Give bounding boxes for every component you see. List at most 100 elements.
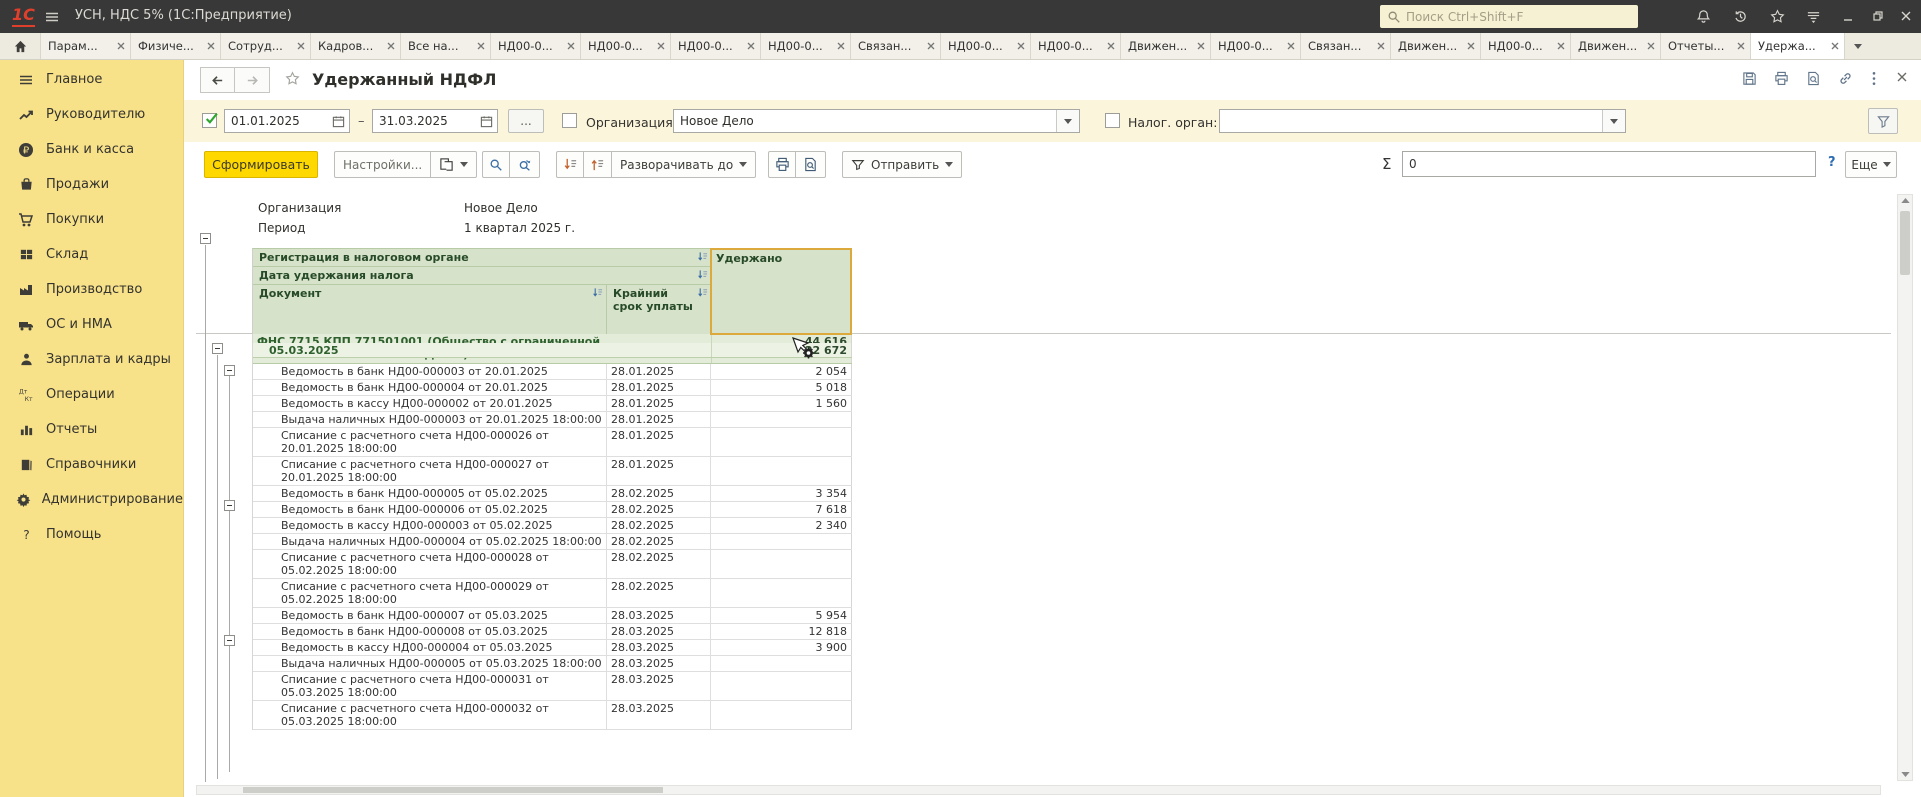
sidebar-item-2[interactable]: Руководителю (0, 97, 183, 132)
collapse-toggle[interactable] (200, 233, 211, 244)
sidebar-item-14[interactable]: ?Помощь (0, 517, 183, 552)
period-more-button[interactable]: ... (508, 109, 544, 133)
tab-close-icon[interactable] (1287, 42, 1295, 50)
scroll-up-icon[interactable] (1898, 198, 1912, 203)
global-search-input[interactable]: Поиск Ctrl+Shift+F (1380, 5, 1638, 28)
report-row-doc[interactable]: Ведомость в банк НД00-000007 от 05.03.20… (253, 608, 852, 624)
expand-to-button[interactable]: Разворачивать до (612, 151, 756, 178)
generate-button[interactable]: Сформировать (204, 151, 318, 178)
scrollbar-thumb[interactable] (1900, 211, 1910, 275)
tabs-overflow-button[interactable] (1845, 33, 1871, 59)
close-report-icon[interactable] (1896, 71, 1908, 83)
history-icon[interactable] (1733, 9, 1748, 24)
expand-groups-button[interactable] (584, 151, 612, 178)
tab-close-icon[interactable] (1197, 42, 1205, 50)
save-icon[interactable] (1742, 71, 1757, 86)
print-preview-button[interactable] (796, 151, 826, 178)
tab-close-icon[interactable] (1107, 42, 1115, 50)
report-row-doc[interactable]: Ведомость в банк НД00-000008 от 05.03.20… (253, 624, 852, 640)
tab-item[interactable]: Связан... (1301, 33, 1391, 59)
tab-item[interactable]: Движен... (1121, 33, 1211, 59)
close-window-icon[interactable] (1900, 10, 1912, 22)
tab-close-icon[interactable] (1831, 42, 1839, 50)
tab-item[interactable]: Отчеты... (1661, 33, 1751, 59)
sidebar-item-8[interactable]: ОС и НМА (0, 307, 183, 342)
collapse-toggle[interactable] (212, 343, 223, 354)
tab-item[interactable]: Все на... (401, 33, 491, 59)
print-button[interactable] (768, 151, 796, 178)
tab-close-icon[interactable] (567, 42, 575, 50)
more-button[interactable]: Еще (1845, 151, 1897, 178)
notifications-icon[interactable] (1696, 9, 1711, 24)
tab-close-icon[interactable] (207, 42, 215, 50)
chevron-down-icon[interactable] (1602, 110, 1625, 132)
tab-close-icon[interactable] (657, 42, 665, 50)
column-header-deadline[interactable]: Крайний срок уплаты (607, 285, 711, 334)
tab-close-icon[interactable] (1647, 42, 1655, 50)
service-menu-icon[interactable] (1806, 9, 1821, 24)
tab-item[interactable]: Физиче... (131, 33, 221, 59)
report-row-doc[interactable]: Выдача наличных НД00-000003 от 20.01.202… (253, 412, 852, 428)
sidebar-item-10[interactable]: ДтКтОперации (0, 377, 183, 412)
horizontal-scrollbar[interactable] (196, 785, 1881, 795)
scrollbar-thumb[interactable] (243, 787, 663, 793)
column-header-registration[interactable]: Регистрация в налоговом органе (253, 249, 711, 267)
minimize-icon[interactable] (1842, 11, 1854, 23)
tax-authority-checkbox[interactable] (1105, 113, 1120, 128)
cancel-search-button[interactable] (510, 151, 540, 178)
tab-close-icon[interactable] (387, 42, 395, 50)
report-variants-button[interactable] (431, 151, 477, 178)
report-row-doc[interactable]: Выдача наличных НД00-000004 от 05.02.202… (253, 534, 852, 550)
date-to-field[interactable]: 31.03.2025 (372, 109, 498, 133)
tab-close-icon[interactable] (837, 42, 845, 50)
find-button[interactable] (482, 151, 510, 178)
report-row-doc[interactable]: Списание с расчетного счета НД00-000027 … (253, 457, 852, 486)
column-header-date[interactable]: Дата удержания налога (253, 267, 711, 285)
tab-item[interactable]: Движен... (1391, 33, 1481, 59)
favorite-star-icon[interactable] (285, 71, 300, 86)
tab-close-icon[interactable] (117, 42, 125, 50)
sidebar-item-13[interactable]: Администрирование (0, 482, 183, 517)
more-actions-icon[interactable] (1872, 71, 1876, 86)
tab-item[interactable]: НД00-0... (491, 33, 581, 59)
vertical-scrollbar[interactable] (1897, 194, 1913, 781)
report-row-doc[interactable]: Ведомость в банк НД00-000006 от 05.02.20… (253, 502, 852, 518)
back-button[interactable] (200, 67, 235, 93)
tab-item[interactable]: НД00-0... (1031, 33, 1121, 59)
collapse-toggle[interactable] (224, 635, 235, 646)
tab-item[interactable]: Кадров... (311, 33, 401, 59)
settings-button[interactable]: Настройки... (334, 151, 431, 178)
tax-authority-select[interactable] (1219, 109, 1626, 133)
sidebar-item-6[interactable]: Склад (0, 237, 183, 272)
report-row-doc[interactable]: Ведомость в банк НД00-000004 от 20.01.20… (253, 380, 852, 396)
tab-close-icon[interactable] (1737, 42, 1745, 50)
calendar-icon[interactable] (327, 110, 349, 132)
report-row-doc[interactable]: Ведомость в кассу НД00-000004 от 05.03.2… (253, 640, 852, 656)
report-row-doc[interactable]: Списание с расчетного счета НД00-000032 … (253, 701, 852, 730)
tab-active[interactable]: Удержа... (1751, 33, 1845, 59)
report-row-doc[interactable]: Списание с расчетного счета НД00-000031 … (253, 672, 852, 701)
tab-item[interactable]: НД00-0... (581, 33, 671, 59)
favorites-icon[interactable] (1770, 9, 1785, 24)
preview-icon[interactable] (1806, 71, 1821, 86)
sidebar-item-4[interactable]: Продажи (0, 167, 183, 202)
report-row-doc[interactable]: Списание с расчетного счета НД00-000028 … (253, 550, 852, 579)
tab-close-icon[interactable] (747, 42, 755, 50)
send-button[interactable]: Отправить (842, 151, 962, 178)
restore-icon[interactable] (1872, 10, 1884, 22)
column-header-document[interactable]: Документ (253, 285, 607, 334)
tab-close-icon[interactable] (297, 42, 305, 50)
print-icon[interactable] (1774, 71, 1789, 86)
tab-item[interactable]: Связан... (851, 33, 941, 59)
sidebar-item-5[interactable]: Покупки (0, 202, 183, 237)
tab-close-icon[interactable] (477, 42, 485, 50)
sidebar-item-7[interactable]: Производство (0, 272, 183, 307)
tab-close-icon[interactable] (1017, 42, 1025, 50)
tab-item[interactable]: НД00-0... (1481, 33, 1571, 59)
sidebar-item-3[interactable]: ₽Банк и касса (0, 132, 183, 167)
period-checkbox[interactable] (202, 113, 217, 128)
sidebar-item-12[interactable]: Справочники (0, 447, 183, 482)
tab-item[interactable]: НД00-0... (941, 33, 1031, 59)
report-row-doc[interactable]: Выдача наличных НД00-000005 от 05.03.202… (253, 656, 852, 672)
report-row-doc[interactable]: Ведомость в кассу НД00-000003 от 05.02.2… (253, 518, 852, 534)
